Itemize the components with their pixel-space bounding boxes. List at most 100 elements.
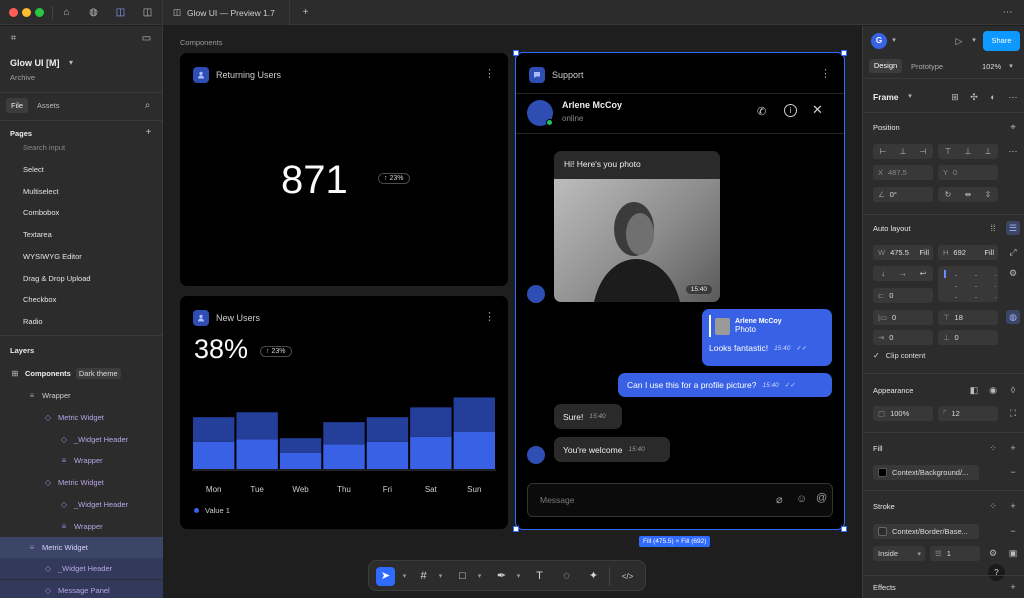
independent-padding-icon[interactable]: ◍ <box>1006 310 1020 324</box>
page-item[interactable]: Radio <box>23 317 43 326</box>
eye-icon[interactable]: ◉ <box>986 383 1000 397</box>
mask-icon[interactable]: ◐ <box>986 90 1000 104</box>
chevron-down-icon[interactable]: ▾ <box>431 567 450 586</box>
stroke-weight-field[interactable]: ☰ 1 <box>930 546 980 561</box>
user-avatar[interactable]: G <box>871 33 887 49</box>
chevron-down-icon[interactable]: ▾ <box>395 567 414 586</box>
reply-message[interactable]: Arlene McCoy Photo Looks fantastic! 15:4… <box>702 309 832 366</box>
share-button[interactable]: Share <box>983 31 1020 51</box>
section-label[interactable]: Components <box>180 38 223 47</box>
settings-sliders-icon[interactable]: ⚙ <box>1006 266 1020 280</box>
frame-type-selector[interactable]: Frame <box>873 92 899 102</box>
add-page-plus-icon[interactable]: + <box>141 125 156 140</box>
rotate-icon[interactable]: ↻ <box>938 187 958 202</box>
minimize-window-button[interactable] <box>22 8 31 17</box>
resize-handle[interactable] <box>513 526 519 532</box>
emoji-icon[interactable]: ☺ <box>796 493 807 505</box>
chevron-down-icon[interactable]: ▾ <box>967 34 981 48</box>
corner-radius-field[interactable]: ⌜ 12 <box>938 406 998 421</box>
chevron-down-icon[interactable]: ▾ <box>887 34 901 48</box>
add-fill-plus-icon[interactable]: + <box>1006 441 1020 455</box>
grid-icon[interactable]: ⁞⁞ <box>986 221 1000 235</box>
clip-content-checkbox[interactable]: ✓ Clip content <box>873 351 925 360</box>
actions-tool-icon[interactable]: ✦ <box>584 567 603 586</box>
layer-row[interactable]: ◇ _Widget Header <box>0 558 163 579</box>
flip-group[interactable]: ↻ ⇹ ⇳ <box>938 187 998 202</box>
zoom-level[interactable]: 102% <box>982 62 1001 71</box>
resize-handle[interactable] <box>841 526 847 532</box>
dev-mode-icon[interactable]: </> <box>618 567 637 586</box>
align-top-icon[interactable]: ⊤ <box>938 144 958 159</box>
auto-layout-toggle-icon[interactable]: ☰ <box>1006 221 1020 235</box>
vertical-align-group[interactable]: ⊤ ⊥ ⊥ <box>938 144 998 159</box>
file-name[interactable]: Glow UI [M] <box>10 58 60 68</box>
page-item[interactable]: Checkbox <box>23 295 56 304</box>
layer-row[interactable]: ≡ Wrapper <box>0 516 163 537</box>
globe-icon[interactable]: ◍ <box>86 5 101 20</box>
photo-message[interactable]: Hi! Here's you photo 15:40 <box>554 151 720 302</box>
chevron-down-icon[interactable]: ▾ <box>1004 60 1018 74</box>
page-item[interactable]: Multiselect <box>23 187 58 196</box>
align-left-icon[interactable]: ⊢ <box>873 144 893 159</box>
file-icon[interactable]: ◫ <box>140 5 155 20</box>
tab-design[interactable]: Design <box>869 59 902 73</box>
design-canvas[interactable]: Components Returning Users ⋮ 871 ↑ 23% N… <box>164 26 862 598</box>
page-item[interactable]: Select <box>23 165 44 174</box>
more-options-icon[interactable]: ⋯ <box>1000 5 1015 20</box>
flip-horizontal-icon[interactable]: ⇹ <box>958 187 978 202</box>
component-icon[interactable]: ✣ <box>967 90 981 104</box>
tab-prototype[interactable]: Prototype <box>911 62 943 71</box>
page-item[interactable]: Textarea <box>23 230 52 239</box>
align-right-icon[interactable]: ⊣ <box>913 144 933 159</box>
y-position-field[interactable]: Y0 <box>938 165 998 180</box>
message-bubble[interactable]: You're welcome 15:40 <box>554 437 670 462</box>
page-item[interactable]: Combobox <box>23 208 59 217</box>
stroke-style-field[interactable]: Context/Border/Base... <box>873 524 979 539</box>
stroke-settings-icon[interactable]: ⚙ <box>986 546 1000 560</box>
align-center-v-icon[interactable]: ⊥ <box>958 144 978 159</box>
help-button[interactable]: ? <box>988 564 1005 581</box>
horizontal-align-group[interactable]: ⊢ ⊥ ⊣ <box>873 144 933 159</box>
sidebar-toggle-icon[interactable]: ▭ <box>139 31 154 46</box>
message-bubble[interactable]: Can I use this for a profile picture? 15… <box>618 373 832 397</box>
kebab-menu-icon[interactable]: ⋮ <box>484 67 495 80</box>
more-options-icon[interactable]: ⋯ <box>1006 144 1020 158</box>
home-icon[interactable]: ⌂ <box>59 5 74 20</box>
width-field[interactable]: W 475.5 Fill <box>873 245 933 260</box>
resize-handle[interactable] <box>513 50 519 56</box>
tab-assets[interactable]: Assets <box>37 101 60 110</box>
layer-row-selected[interactable]: ≡ Metric Widget <box>0 537 163 558</box>
independent-corners-icon[interactable]: ⛶ <box>1006 406 1020 420</box>
fill-style-field[interactable]: Context/Background/... <box>873 465 979 480</box>
arrow-down-icon[interactable]: ↓ <box>873 266 893 281</box>
padding-vertical-field[interactable]: ⊤ 18 <box>938 310 998 325</box>
close-window-button[interactable] <box>9 8 18 17</box>
stroke-position-select[interactable]: Inside ▾ <box>873 546 925 561</box>
padding-bottom-field[interactable]: ⊥ 0 <box>938 330 998 345</box>
layer-row[interactable]: ≡ Wrapper <box>0 385 163 406</box>
text-tool-icon[interactable]: T <box>530 567 549 586</box>
align-center-h-icon[interactable]: ⊥ <box>893 144 913 159</box>
stroke-sides-icon[interactable]: ▣ <box>1006 546 1020 560</box>
layer-row[interactable]: ◇ Message Panel <box>0 580 163 598</box>
add-effect-plus-icon[interactable]: + <box>1006 580 1020 594</box>
tab-glow-ui[interactable]: ◫ Glow UI — Preview 1.7 <box>162 0 290 25</box>
add-stroke-plus-icon[interactable]: + <box>1006 499 1020 513</box>
remove-stroke-minus-icon[interactable]: − <box>1006 524 1020 538</box>
page-item[interactable]: Drag & Drop Upload <box>23 274 91 283</box>
layer-row[interactable]: ≡ Wrapper <box>0 450 163 471</box>
kebab-menu-icon[interactable]: ⋮ <box>484 310 495 323</box>
chevron-down-icon[interactable]: ▾ <box>69 58 73 67</box>
flip-vertical-icon[interactable]: ⇳ <box>978 187 998 202</box>
opacity-field[interactable]: ▢ 100% <box>873 406 933 421</box>
resize-handle[interactable] <box>841 50 847 56</box>
search-icon[interactable]: ⌕ <box>140 98 155 113</box>
direction-group[interactable]: ↓ → ↩ <box>873 266 933 281</box>
x-position-field[interactable]: X 487.5 <box>873 165 933 180</box>
grid-layout-icon[interactable]: ⊞ <box>948 90 962 104</box>
styles-grid-icon[interactable]: ⁘ <box>986 499 1000 513</box>
height-field[interactable]: H 692 Fill <box>938 245 998 260</box>
gap-field[interactable]: ⊏ 0 <box>873 288 933 303</box>
comment-tool-icon[interactable]: ◌ <box>557 567 576 586</box>
padding-horizontal-field[interactable]: |▭ 0 <box>873 310 933 325</box>
